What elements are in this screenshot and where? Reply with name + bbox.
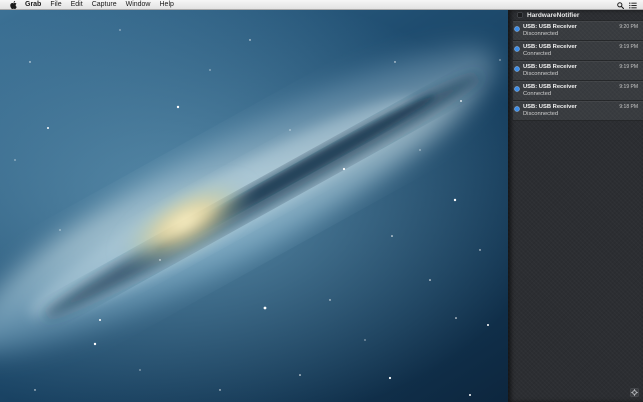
notification-time: 9:20 PM	[619, 24, 638, 30]
notification-title: USB: USB Receiver	[523, 84, 577, 90]
notification-body: Connected	[523, 91, 552, 97]
apple-logo-icon[interactable]	[10, 0, 17, 9]
usb-device-icon	[514, 86, 520, 92]
notification-title: USB: USB Receiver	[523, 24, 577, 30]
usb-device-icon	[514, 46, 520, 52]
notification-time: 9:19 PM	[619, 84, 638, 90]
menu-app-name[interactable]: Grab	[25, 0, 41, 10]
notification-title: USB: USB Receiver	[523, 44, 577, 50]
menu-bar-right	[611, 0, 637, 10]
notification-title: USB: USB Receiver	[523, 104, 577, 110]
notification-group-hardwarenotifier: HardwareNotifier USB: USB Receiver 9:20 …	[513, 10, 643, 121]
notification-time: 9:18 PM	[619, 104, 638, 110]
notification-app-name: HardwareNotifier	[527, 11, 580, 19]
notification-body: Connected	[523, 51, 552, 57]
usb-device-icon	[514, 106, 520, 112]
notification-item[interactable]: USB: USB Receiver 9:19 PM Connected	[513, 41, 643, 61]
desktop-screen: Grab File Edit Capture Window Help Hardw…	[0, 0, 643, 402]
notification-body: Disconnected	[523, 71, 559, 77]
notification-time: 9:19 PM	[619, 64, 638, 70]
gear-icon[interactable]	[630, 388, 639, 397]
menu-capture[interactable]: Capture	[92, 0, 117, 10]
menu-edit[interactable]: Edit	[71, 0, 83, 10]
notification-time: 9:19 PM	[619, 44, 638, 50]
menu-file[interactable]: File	[50, 0, 61, 10]
notification-group-header[interactable]: HardwareNotifier	[513, 10, 643, 20]
notification-item[interactable]: USB: USB Receiver 9:19 PM Connected	[513, 81, 643, 101]
notification-center-icon[interactable]	[629, 1, 637, 9]
spotlight-search-icon[interactable]	[616, 1, 624, 9]
menu-window[interactable]: Window	[126, 0, 151, 10]
notification-item[interactable]: USB: USB Receiver 9:20 PM Disconnected	[513, 21, 643, 41]
usb-device-icon	[514, 66, 520, 72]
notification-item[interactable]: USB: USB Receiver 9:18 PM Disconnected	[513, 101, 643, 121]
hardwarenotifier-app-icon	[516, 12, 523, 19]
menu-bar-left: Grab File Edit Capture Window Help	[0, 0, 183, 10]
notification-center-panel: HardwareNotifier USB: USB Receiver 9:20 …	[508, 10, 643, 402]
notification-title: USB: USB Receiver	[523, 64, 577, 70]
notification-body: Disconnected	[523, 31, 559, 37]
notification-body: Disconnected	[523, 111, 559, 117]
usb-device-icon	[514, 26, 520, 32]
notification-list: USB: USB Receiver 9:20 PM Disconnected U…	[513, 20, 643, 121]
menu-help[interactable]: Help	[160, 0, 174, 10]
menu-bar: Grab File Edit Capture Window Help	[0, 0, 643, 10]
notification-item[interactable]: USB: USB Receiver 9:19 PM Disconnected	[513, 61, 643, 81]
